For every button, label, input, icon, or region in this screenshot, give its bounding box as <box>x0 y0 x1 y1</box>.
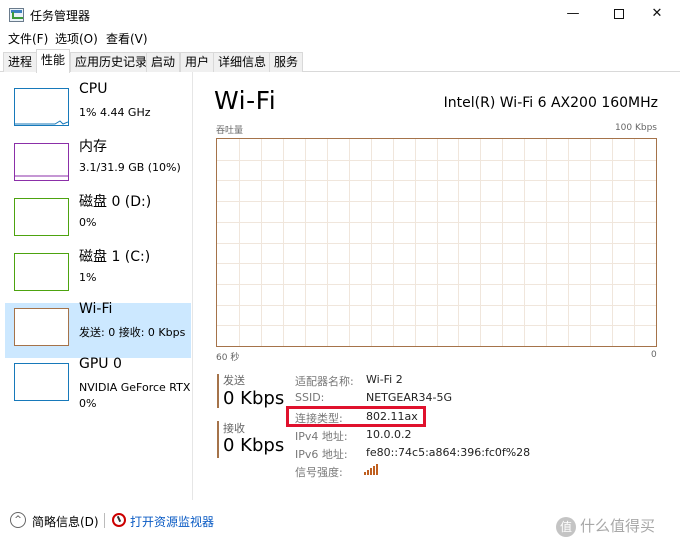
sidebar-item-detail: NVIDIA GeForce RTX <box>79 381 191 394</box>
tab-bar: 进程 性能 应用历史记录 启动 用户 详细信息 服务 <box>0 49 680 73</box>
sidebar-item-detail: 3.1/31.9 GB (10%) <box>79 161 181 174</box>
resource-monitor-icon[interactable] <box>112 513 126 527</box>
receive-indicator <box>217 421 219 458</box>
resource-sidebar: CPU 1% 4.44 GHz 内存 3.1/31.9 GB (10%) 磁盘 … <box>0 72 193 500</box>
ipv4-value: 10.0.0.2 <box>366 428 412 441</box>
send-value: 0 Kbps <box>223 388 285 409</box>
sidebar-item-wifi[interactable]: Wi-Fi 发送: 0 接收: 0 Kbps <box>5 301 191 358</box>
graph-zero-label: 0 <box>651 350 657 360</box>
sidebar-item-disk-0[interactable]: 磁盘 0 (D:) 0% <box>5 193 191 248</box>
tab-processes[interactable]: 进程 <box>3 52 38 72</box>
sidebar-item-disk-1[interactable]: 磁盘 1 (C:) 1% <box>5 248 191 303</box>
cpu-thumbnail <box>14 88 69 126</box>
tab-services[interactable]: 服务 <box>269 52 304 72</box>
disk-0-thumbnail <box>14 198 69 236</box>
send-indicator <box>217 374 219 408</box>
menu-bar: 文件(F) 选项(O) 查看(V) <box>0 28 680 48</box>
ssid-value: NETGEAR34-5G <box>366 391 453 404</box>
sidebar-item-label: 磁盘 0 (D:) <box>79 194 152 210</box>
ipv4-label: IPv4 地址: <box>295 430 348 443</box>
adapter-name-value: Wi-Fi 2 <box>366 373 403 386</box>
menu-options[interactable]: 选项(O) <box>55 30 98 47</box>
receive-label: 接收 <box>223 422 245 435</box>
sidebar-item-label: Wi-Fi <box>79 301 113 317</box>
sidebar-item-detail: 0% <box>79 216 97 229</box>
maximize-icon <box>614 8 624 19</box>
window-title: 任务管理器 <box>30 9 91 23</box>
sidebar-item-label: GPU 0 <box>79 356 122 372</box>
cpu-sparkline <box>15 120 69 125</box>
signal-strength-label: 信号强度: <box>295 466 343 479</box>
sidebar-item-cpu[interactable]: CPU 1% 4.44 GHz <box>5 81 191 138</box>
time-span-label: 60 秒 <box>216 353 240 363</box>
adapter-name: Intel(R) Wi-Fi 6 AX200 160MHz <box>443 95 658 111</box>
connection-type-highlight <box>286 406 426 427</box>
memory-thumbnail <box>14 143 69 181</box>
watermark-badge: 值 <box>556 516 576 537</box>
receive-value: 0 Kbps <box>223 435 285 456</box>
sidebar-item-label: CPU <box>79 81 108 97</box>
title-bar: 任务管理器 — ✕ <box>0 0 680 30</box>
chevron-up-icon[interactable]: ^ <box>10 512 26 528</box>
footer-divider <box>104 513 105 528</box>
sidebar-item-label: 磁盘 1 (C:) <box>79 249 151 265</box>
disk-1-thumbnail <box>14 253 69 291</box>
open-resource-monitor-link[interactable]: 打开资源监视器 <box>130 513 214 530</box>
tab-performance[interactable]: 性能 <box>36 49 71 73</box>
tab-app-history[interactable]: 应用历史记录 <box>70 52 153 72</box>
fewer-details-button[interactable]: 简略信息(D) <box>32 513 99 530</box>
graph-max-label: 100 Kbps <box>614 123 657 133</box>
ssid-label: SSID: <box>295 391 325 404</box>
adapter-name-label: 适配器名称: <box>295 375 354 388</box>
page-title: Wi-Fi <box>214 86 277 115</box>
tab-details[interactable]: 详细信息 <box>213 52 272 72</box>
throughput-label: 吞吐量 <box>216 126 244 136</box>
wifi-thumbnail <box>14 308 69 346</box>
sidebar-item-label: 内存 <box>79 139 107 155</box>
watermark: 值什么值得买 <box>556 515 655 537</box>
minimize-button[interactable]: — <box>550 0 596 30</box>
close-button[interactable]: ✕ <box>634 0 680 30</box>
send-label: 发送 <box>223 374 245 387</box>
throughput-graph <box>216 138 657 347</box>
sidebar-item-gpu[interactable]: GPU 0 NVIDIA GeForce RTX 0% <box>5 356 191 413</box>
menu-file[interactable]: 文件(F) <box>8 30 48 47</box>
wifi-detail-panel: Wi-Fi Intel(R) Wi-Fi 6 AX200 160MHz 吞吐量 … <box>214 80 680 500</box>
menu-view[interactable]: 查看(V) <box>106 30 148 47</box>
ipv6-label: IPv6 地址: <box>295 448 348 461</box>
sidebar-item-detail: 1% <box>79 271 97 284</box>
sidebar-item-usage: 0% <box>79 397 97 410</box>
throughput-grid <box>217 139 656 346</box>
tab-users[interactable]: 用户 <box>180 52 215 72</box>
signal-strength-icon <box>364 463 380 475</box>
ipv6-value: fe80::74c5:a864:396:fc0f%28 <box>366 446 531 459</box>
sidebar-item-memory[interactable]: 内存 3.1/31.9 GB (10%) <box>5 138 191 193</box>
tab-startup[interactable]: 启动 <box>146 52 181 72</box>
watermark-text: 什么值得买 <box>580 517 656 535</box>
sidebar-item-detail: 发送: 0 接收: 0 Kbps <box>79 326 186 339</box>
task-manager-icon <box>9 8 24 22</box>
memory-sparkline <box>15 175 68 177</box>
gpu-thumbnail <box>14 363 69 401</box>
sidebar-item-detail: 1% 4.44 GHz <box>79 106 151 119</box>
